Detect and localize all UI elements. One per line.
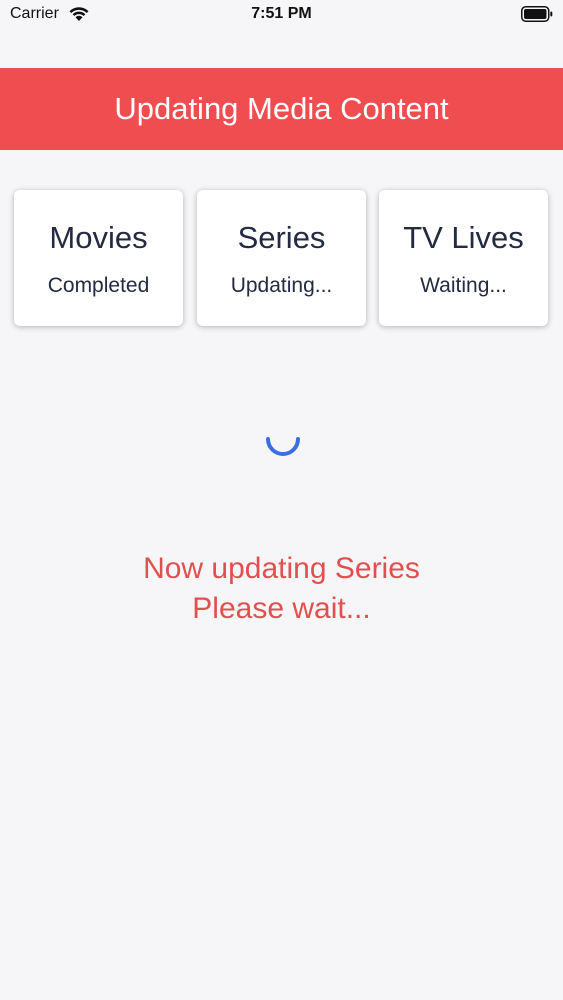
card-title: TV Lives bbox=[403, 220, 524, 255]
header-bar: Updating Media Content bbox=[0, 68, 563, 150]
loading-spinner-icon bbox=[266, 437, 300, 456]
card-tv-lives: TV Lives Waiting... bbox=[379, 190, 548, 326]
status-bar: Carrier 7:51 PM bbox=[0, 0, 563, 32]
battery-full-icon bbox=[521, 6, 553, 22]
card-series: Series Updating... bbox=[197, 190, 366, 326]
category-cards: Movies Completed Series Updating... TV L… bbox=[14, 190, 549, 326]
card-title: Series bbox=[237, 220, 326, 255]
card-movies: Movies Completed bbox=[14, 190, 183, 326]
status-message-line2: Please wait... bbox=[192, 592, 371, 625]
card-status: Updating... bbox=[230, 274, 333, 297]
page-title: Updating Media Content bbox=[114, 91, 449, 126]
status-message-line1: Now updating Series bbox=[143, 552, 420, 585]
card-status: Waiting... bbox=[420, 274, 507, 297]
card-status: Completed bbox=[47, 274, 150, 297]
clock: 7:51 PM bbox=[251, 5, 312, 22]
card-title: Movies bbox=[49, 220, 148, 255]
